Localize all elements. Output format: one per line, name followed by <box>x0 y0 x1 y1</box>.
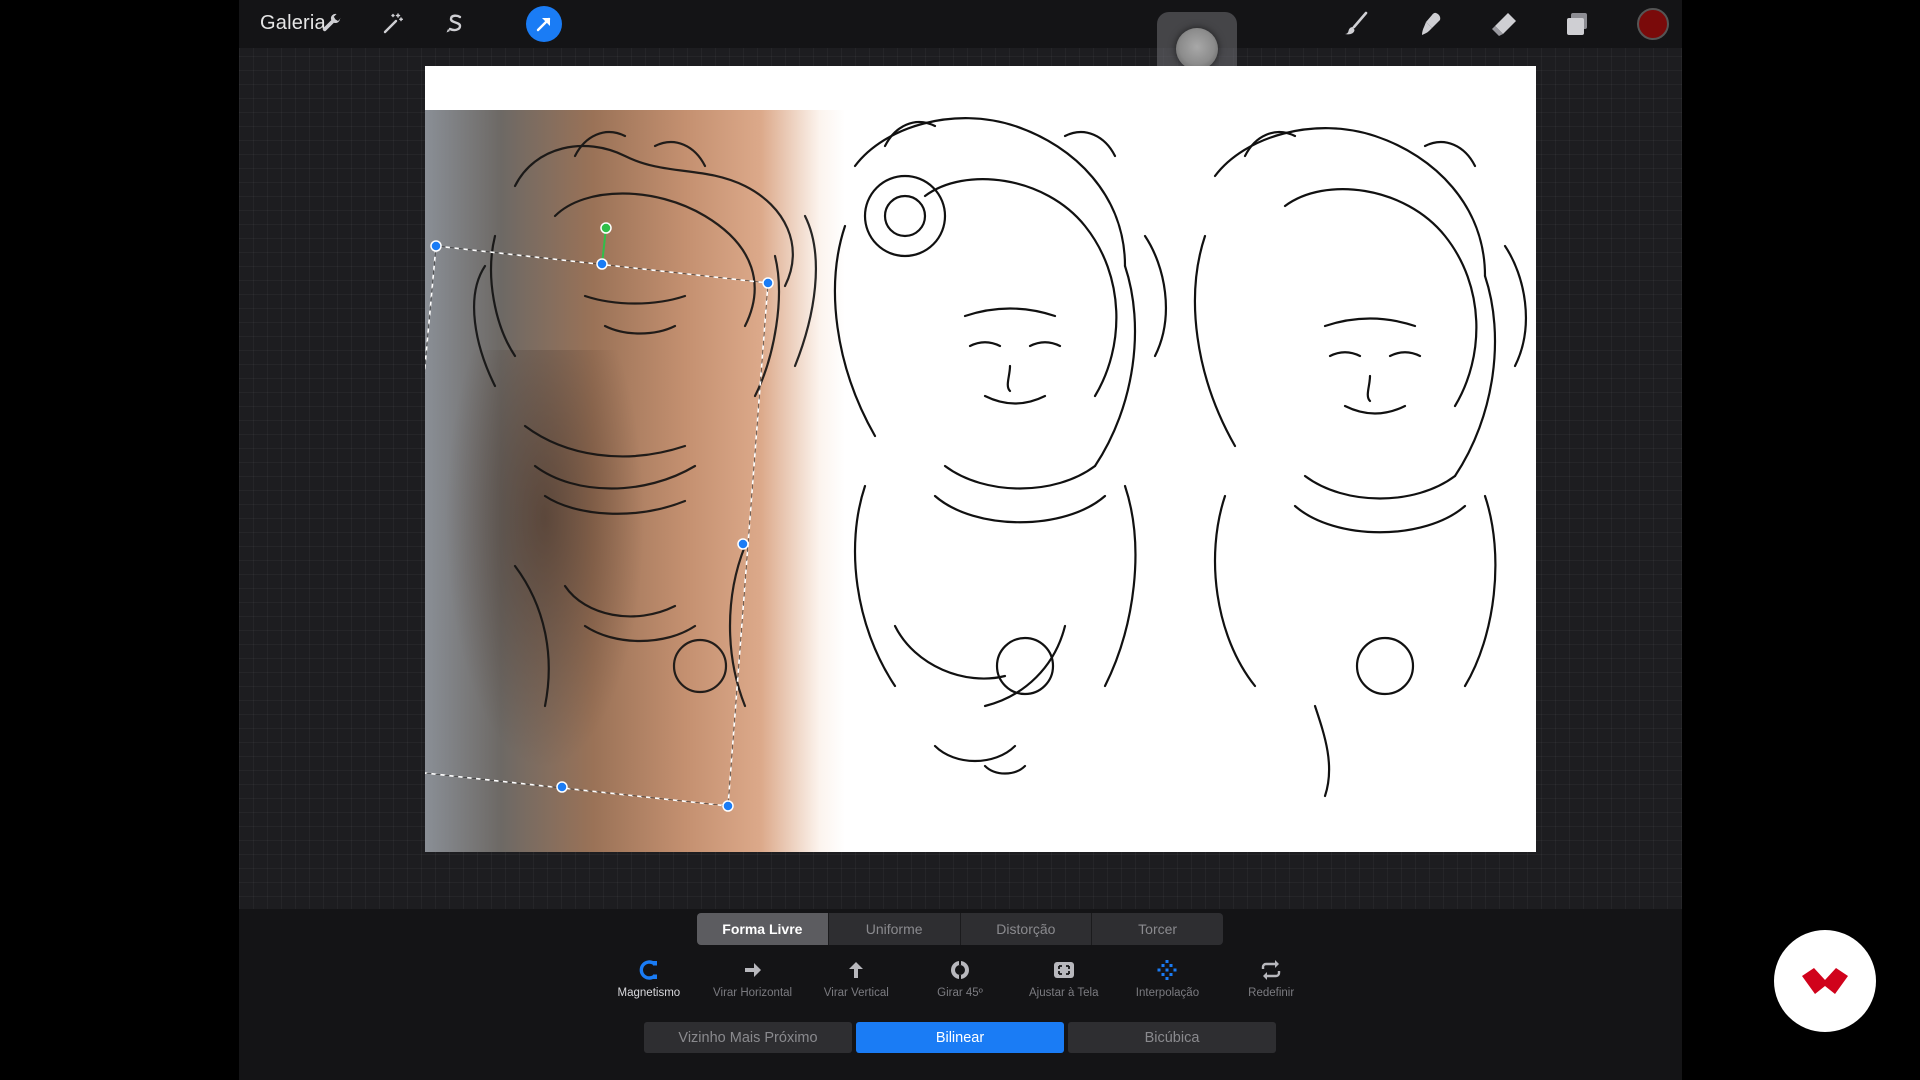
rotate-icon <box>951 959 970 981</box>
bicubic-button[interactable]: Bicúbica <box>1068 1022 1276 1053</box>
corner-handle-top-right[interactable] <box>762 277 774 289</box>
transform-tools-row: Magnetismo Virar Horizontal Virar Vertic… <box>597 957 1323 1013</box>
mode-tab-distort[interactable]: Distorção <box>960 913 1093 945</box>
magnet-icon <box>639 960 657 980</box>
corner-handle-top-left[interactable] <box>430 240 442 252</box>
flip-horizontal-button[interactable]: Virar Horizontal <box>701 957 805 1013</box>
reset-button[interactable]: Redefinir <box>1219 957 1323 1013</box>
mode-tab-freeform[interactable]: Forma Livre <box>697 913 829 945</box>
rotation-handle[interactable] <box>600 222 612 234</box>
fit-screen-icon <box>1053 962 1074 978</box>
edge-handle-right[interactable] <box>737 538 749 550</box>
transform-mode-selector: Forma Livre Uniforme Distorção Torcer <box>697 913 1223 945</box>
tool-label: Virar Horizontal <box>713 987 793 999</box>
right-sketch <box>1193 127 1527 798</box>
selection-button[interactable] <box>437 6 473 42</box>
fit-screen-button[interactable]: Ajustar à Tela <box>1012 957 1116 1013</box>
reset-icon <box>1261 960 1281 980</box>
transform-arrow-icon <box>536 17 551 32</box>
arrow-up-icon <box>849 962 864 978</box>
mode-tab-uniform[interactable]: Uniforme <box>828 913 961 945</box>
smudge-icon <box>1422 12 1441 35</box>
tool-label: Interpolação <box>1135 987 1200 999</box>
interpolation-icon <box>1157 960 1177 980</box>
flip-vertical-button[interactable]: Virar Vertical <box>804 957 908 1013</box>
adjustments-button[interactable] <box>375 6 411 42</box>
tool-label: Redefinir <box>1248 987 1295 999</box>
selection-s-icon <box>446 14 462 33</box>
top-toolbar: Galeria <box>239 0 1682 48</box>
tool-label: Magnetismo <box>617 987 681 999</box>
mode-tab-warp[interactable]: Torcer <box>1092 913 1223 945</box>
line-art-drawing <box>473 117 1527 798</box>
edge-handle-top[interactable] <box>596 258 608 270</box>
magic-wand-icon <box>383 13 404 34</box>
brush-size-knob[interactable] <box>1176 28 1218 70</box>
brush-tool-button[interactable] <box>1340 7 1374 41</box>
corner-handle-bottom-right[interactable] <box>722 800 734 812</box>
eraser-tool-button[interactable] <box>1487 7 1521 41</box>
drawing-canvas[interactable] <box>425 66 1536 852</box>
actions-button[interactable] <box>314 6 350 42</box>
bilinear-button[interactable]: Bilinear <box>856 1022 1064 1053</box>
edge-handle-bottom[interactable] <box>556 781 568 793</box>
transform-button[interactable] <box>526 6 562 42</box>
nearest-neighbor-button[interactable]: Vizinho Mais Próximo <box>644 1022 852 1053</box>
procreate-app: Galeria Forma Livre Uniforme Distorção T… <box>239 0 1682 1080</box>
eraser-icon <box>1492 13 1516 36</box>
color-swatch[interactable] <box>1637 8 1669 40</box>
smudge-tool-button[interactable] <box>1414 7 1448 41</box>
rotate-45-button[interactable]: Girar 45º <box>908 957 1012 1013</box>
middle-sketch <box>833 117 1167 775</box>
wrench-icon <box>322 13 341 32</box>
tool-label: Ajustar à Tela <box>1029 987 1099 999</box>
tool-label: Virar Vertical <box>823 987 889 999</box>
interpolation-selector: Vizinho Mais Próximo Bilinear Bicúbica <box>644 1022 1276 1053</box>
brush-icon <box>1345 11 1368 35</box>
magnetism-button[interactable]: Magnetismo <box>597 957 701 1013</box>
layers-icon <box>1567 13 1587 35</box>
tool-label: Girar 45º <box>937 987 983 999</box>
layers-button[interactable] <box>1560 7 1594 41</box>
interpolation-button[interactable]: Interpolação <box>1116 957 1220 1013</box>
arrow-right-icon <box>744 963 761 977</box>
brand-logo-badge <box>1774 930 1876 1032</box>
brand-logo-icon <box>1802 968 1848 994</box>
overlay-sketch <box>473 131 818 708</box>
transform-panel: Forma Livre Uniforme Distorção Torcer Ma… <box>239 909 1682 1080</box>
